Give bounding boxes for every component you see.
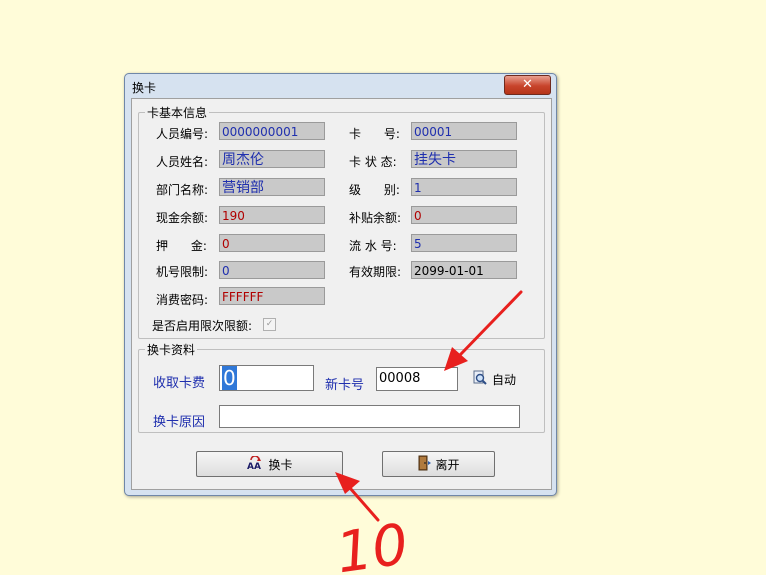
leave-button[interactable]: 离开 [382,451,495,477]
cash-balance-label: 现金余额: [156,211,209,225]
level-value: 1 [411,178,517,196]
svg-text:AA: AA [247,462,261,470]
new-card-label: 新卡号 [325,378,365,393]
card-info-legend: 卡基本信息 [147,106,208,120]
machine-limit-value: 0 [219,261,325,279]
replace-card-icon: AA [246,454,264,473]
auto-label: 自动 [492,373,517,387]
replace-card-label: 换卡 [268,457,293,472]
serial-number-value: 5 [411,234,517,252]
fee-value: 0 [222,366,237,390]
spend-password-value: FFFFFF [219,287,325,305]
subsidy-balance-value: 0 [411,206,517,224]
fee-input[interactable]: 0 [219,365,314,391]
limit-checkbox[interactable]: ✓ [263,318,276,331]
serial-number-label: 流 水 号: [349,239,397,253]
level-label: 级 别: [349,183,400,197]
replace-card-dialog: 换卡 ✕ 卡基本信息 人员编号: 0000000001 人员姓名: 周杰伦 部门… [124,73,557,496]
close-button[interactable]: ✕ [504,75,551,95]
window-title: 换卡 [132,81,157,95]
reason-input[interactable] [219,405,520,428]
machine-limit-label: 机号限制: [156,265,209,279]
new-card-input[interactable]: 00008 [376,367,458,391]
auto-button[interactable]: 自动 [472,370,516,389]
magnifier-icon [472,370,488,389]
expiry-value: 2099-01-01 [411,261,517,279]
title-bar[interactable]: 换卡 ✕ [125,74,556,98]
reason-label: 换卡原因 [153,415,206,430]
annotation-number: 10 [332,512,412,575]
cash-balance-value: 190 [219,206,325,224]
employee-name-value: 周杰伦 [219,150,325,168]
expiry-label: 有效期限: [349,265,402,279]
deposit-value: 0 [219,234,325,252]
card-number-label: 卡 号: [349,127,400,141]
card-status-label: 卡 状 态: [349,155,397,169]
employee-name-label: 人员姓名: [156,155,209,169]
replace-card-button[interactable]: AA 换卡 [196,451,343,477]
exit-door-icon [417,455,432,474]
department-value: 营销部 [219,178,325,196]
card-number-value: 00001 [411,122,517,140]
limit-check-label: 是否启用限次限额: [152,319,253,333]
spend-password-label: 消费密码: [156,293,209,307]
leave-label: 离开 [435,457,460,472]
deposit-label: 押 金: [156,239,207,253]
department-label: 部门名称: [156,183,209,197]
dialog-body: 卡基本信息 人员编号: 0000000001 人员姓名: 周杰伦 部门名称: 营… [131,98,552,490]
employee-id-label: 人员编号: [156,127,209,141]
subsidy-balance-label: 补贴余额: [349,211,402,225]
card-status-value: 挂失卡 [411,150,517,168]
fee-label: 收取卡费 [153,376,206,391]
replace-info-legend: 换卡资料 [147,343,196,357]
employee-id-value: 0000000001 [219,122,325,140]
